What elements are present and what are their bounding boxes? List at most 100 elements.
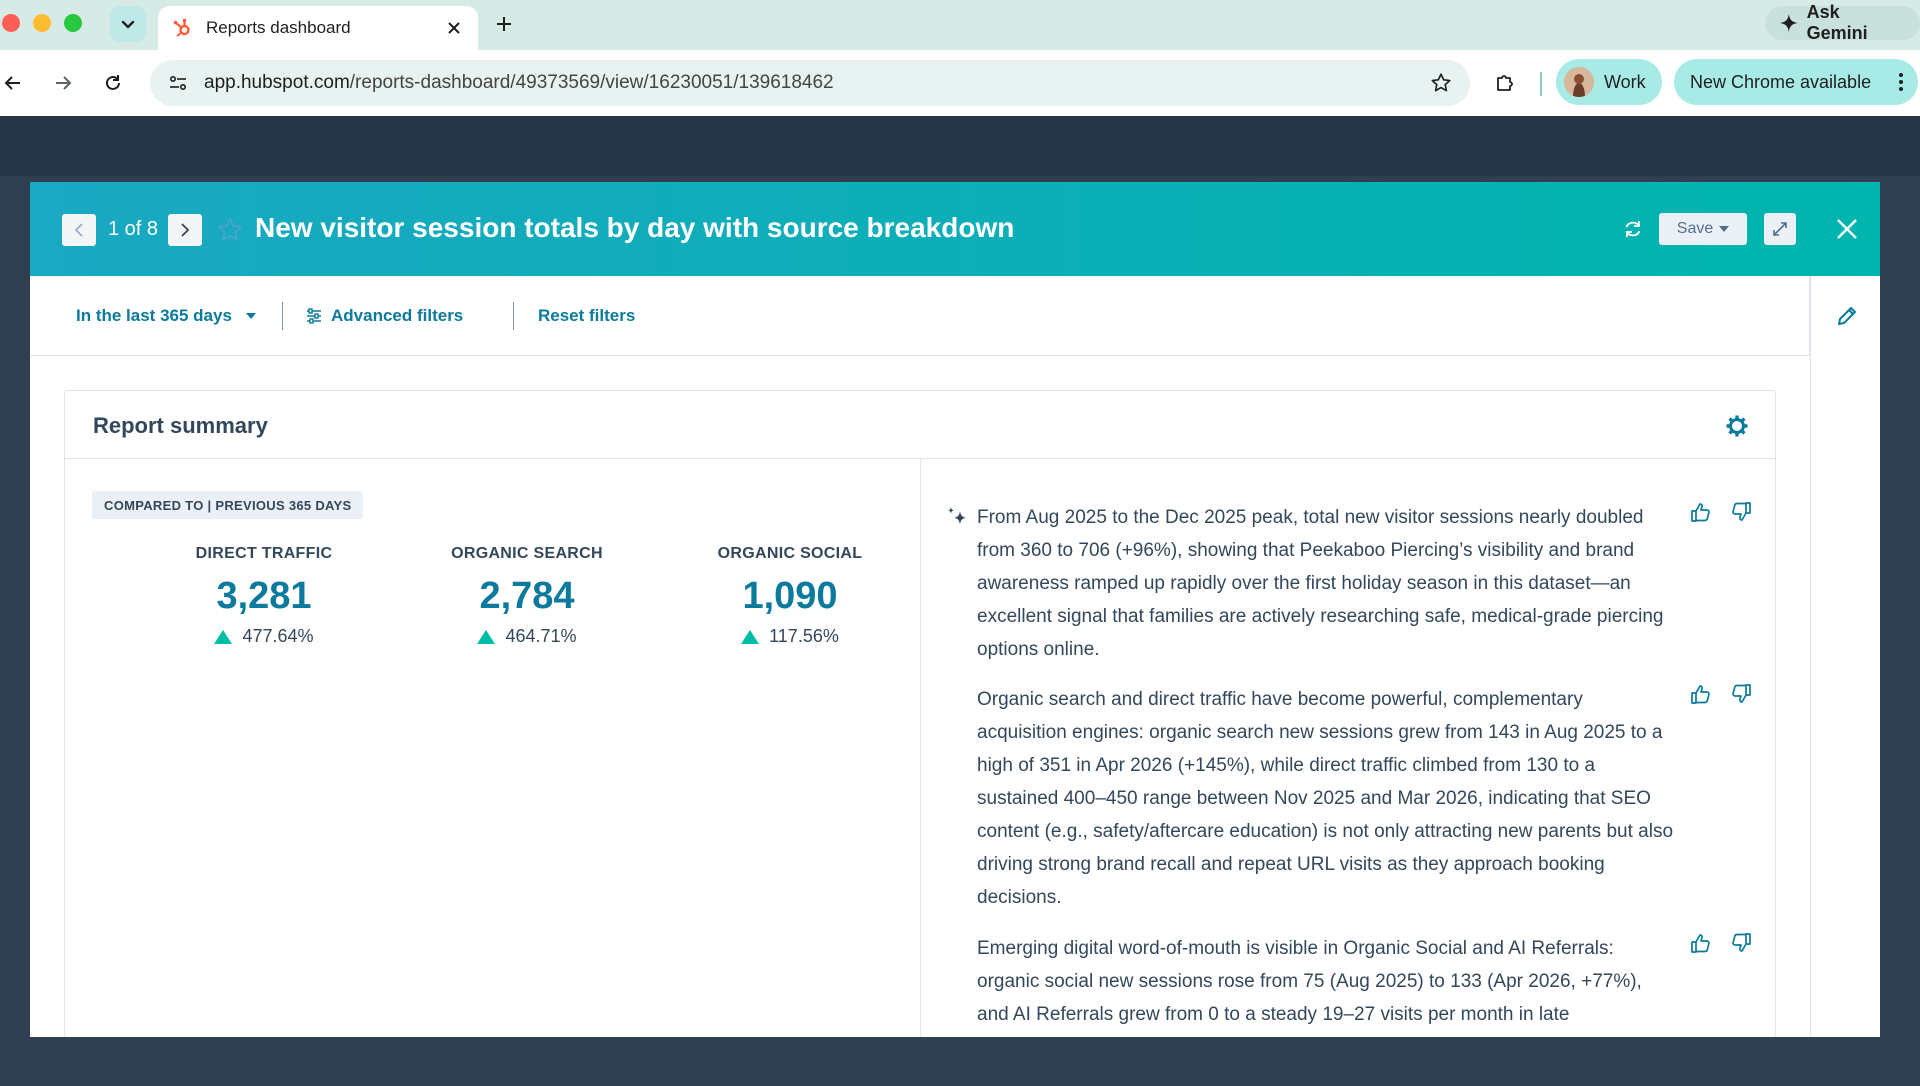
- arrow-up-icon: [214, 629, 233, 644]
- metric-value: 2,784: [479, 575, 575, 617]
- bookmark-star-icon[interactable]: [1430, 72, 1452, 94]
- tab-close-button[interactable]: [444, 18, 464, 38]
- back-button[interactable]: [0, 68, 28, 98]
- thumbs-up-icon[interactable]: [1690, 932, 1712, 954]
- metric-label: ORGANIC SOCIAL: [717, 545, 863, 562]
- close-icon: [448, 22, 460, 34]
- report-pager: 1 of 8: [108, 218, 159, 240]
- sparkle-icon: [1779, 14, 1798, 32]
- forward-button[interactable]: [48, 68, 78, 98]
- puzzle-icon: [1497, 75, 1513, 91]
- save-button[interactable]: Save: [1659, 213, 1747, 245]
- metric-organic-search: ORGANIC SEARCH 2,784 464.71%: [412, 545, 642, 647]
- address-bar[interactable]: app.hubspot.com/reports-dashboard/493735…: [150, 60, 1470, 106]
- window-minimize-button[interactable]: [33, 14, 51, 32]
- thumbs-up-icon[interactable]: [1690, 501, 1712, 523]
- comparison-tag: COMPARED TO | PREVIOUS 365 DAYS: [92, 491, 364, 519]
- url-text: app.hubspot.com/reports-dashboard/493735…: [204, 72, 1430, 94]
- metric-change: 477.64%: [149, 626, 379, 647]
- ai-sparkle-icon: [948, 507, 966, 525]
- gear-icon[interactable]: [1725, 414, 1749, 438]
- tab-title: Reports dashboard: [206, 18, 351, 37]
- close-icon[interactable]: [1834, 216, 1860, 242]
- metric-value: 3,281: [216, 575, 312, 617]
- report-modal: 1 of 8 New visitor session totals by day…: [30, 182, 1880, 1037]
- window-close-button[interactable]: [2, 14, 20, 32]
- caret-down-icon: [245, 313, 256, 319]
- browser-tab-bar: Reports dashboard Ask Gemini: [0, 0, 1920, 50]
- window-zoom-button[interactable]: [64, 14, 82, 32]
- more-vertical-icon: [1899, 73, 1903, 91]
- thumbs-down-icon[interactable]: [1730, 501, 1752, 523]
- filter-divider: [282, 302, 283, 330]
- dimmed-nav-bar: [0, 116, 1920, 176]
- insight-feedback: [1690, 683, 1760, 707]
- new-tab-button[interactable]: [490, 10, 518, 38]
- toolbar-divider: [1540, 72, 1542, 96]
- modal-title: New visitor session totals by day with s…: [255, 212, 1015, 243]
- date-range-filter[interactable]: In the last 365 days: [76, 306, 256, 326]
- metric-change: 464.71%: [412, 626, 642, 647]
- extensions-button[interactable]: [1490, 68, 1520, 98]
- plus-icon: [497, 17, 511, 31]
- browser-toolbar: app.hubspot.com/reports-dashboard/493735…: [0, 50, 1920, 116]
- profile-name: Work: [1604, 71, 1646, 92]
- advanced-filters-button[interactable]: Advanced filters: [305, 306, 463, 326]
- advanced-filters-label: Advanced filters: [331, 306, 464, 325]
- expand-button[interactable]: [1764, 213, 1796, 245]
- pencil-icon[interactable]: [1835, 304, 1859, 328]
- metric-change-value: 477.64%: [242, 626, 314, 646]
- card-header: Report summary: [65, 391, 1775, 459]
- url-path: /reports-dashboard/49373569/view/1623005…: [349, 72, 834, 93]
- next-report-button[interactable]: [168, 214, 202, 246]
- thumbs-up-icon[interactable]: [1690, 683, 1712, 705]
- avatar: [1564, 67, 1594, 97]
- reload-button[interactable]: [98, 68, 128, 98]
- new-chrome-label: New Chrome available: [1690, 71, 1872, 92]
- filter-divider: [513, 302, 514, 330]
- metric-label: DIRECT TRAFFIC: [195, 545, 333, 562]
- reload-icon: [106, 75, 120, 90]
- insight-feedback: [1690, 501, 1760, 525]
- metric-label: ORGANIC SEARCH: [451, 545, 603, 562]
- ask-gemini-button[interactable]: Ask Gemini: [1765, 2, 1920, 43]
- side-rail: [1810, 276, 1880, 1037]
- card-title: Report summary: [93, 413, 268, 438]
- caret-down-icon: [1719, 226, 1730, 232]
- insight-feedback: [1690, 932, 1760, 956]
- favorite-star-icon[interactable]: [216, 216, 244, 244]
- thumbs-down-icon[interactable]: [1730, 683, 1752, 705]
- hubspot-icon: [173, 18, 190, 37]
- chevron-down-icon: [121, 20, 135, 29]
- metric-change: 117.56%: [675, 626, 905, 647]
- metric-organic-social: ORGANIC SOCIAL 1,090 117.56%: [675, 545, 905, 647]
- metric-change-value: 117.56%: [769, 626, 839, 646]
- browser-tab[interactable]: Reports dashboard: [158, 6, 478, 50]
- save-label: Save: [1676, 220, 1714, 237]
- new-chrome-available-button[interactable]: New Chrome available: [1674, 59, 1918, 105]
- metric-change-value: 464.71%: [505, 626, 577, 646]
- sliders-icon: [307, 308, 321, 324]
- metric-value: 1,090: [742, 575, 838, 617]
- previous-report-button[interactable]: [62, 214, 96, 246]
- thumbs-down-icon[interactable]: [1730, 932, 1752, 954]
- filter-bar: In the last 365 days Advanced filters Re…: [30, 276, 1810, 356]
- profile-button[interactable]: Work: [1556, 59, 1662, 105]
- tab-search-button[interactable]: [110, 6, 146, 42]
- expand-icon: [1773, 222, 1787, 236]
- arrow-up-icon: [477, 629, 496, 644]
- url-host: app.hubspot.com: [204, 72, 350, 93]
- arrow-up-icon: [741, 629, 760, 644]
- insight-paragraph: Emerging digital word-of-mouth is visibl…: [977, 938, 1642, 1025]
- ask-gemini-label: Ask Gemini: [1806, 2, 1868, 43]
- arrow-right-icon: [56, 76, 72, 90]
- refresh-icon[interactable]: [1622, 218, 1644, 240]
- reset-filters-button[interactable]: Reset filters: [538, 306, 635, 326]
- column-divider: [920, 459, 921, 1037]
- metric-direct-traffic: DIRECT TRAFFIC 3,281 477.64%: [149, 545, 379, 647]
- arrow-left-icon: [4, 76, 20, 90]
- chevron-right-icon: [181, 223, 190, 237]
- report-summary-card: Report summary COMPARED TO | PREVIOUS 36…: [64, 390, 1776, 1037]
- site-settings-icon[interactable]: [168, 73, 188, 93]
- insight-paragraph: From Aug 2025 to the Dec 2025 peak, tota…: [977, 507, 1664, 660]
